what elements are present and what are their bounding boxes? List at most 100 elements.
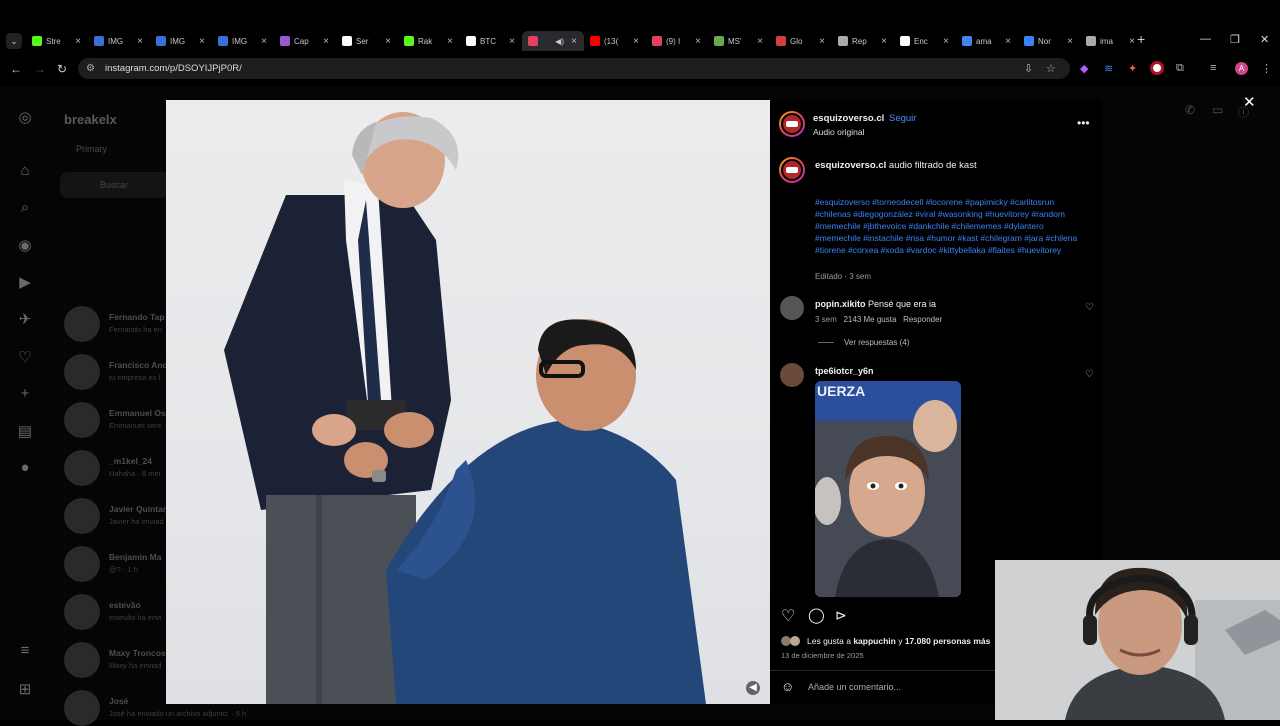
caption-author-avatar[interactable]	[779, 157, 805, 183]
comment-author[interactable]: tpe6iotcr_y6n	[815, 366, 874, 376]
tab-close-icon[interactable]: ×	[878, 36, 890, 47]
create-icon[interactable]: +	[16, 385, 34, 402]
browser-tab[interactable]: Cap ×	[274, 31, 336, 51]
tab-close-icon[interactable]: ×	[72, 36, 84, 47]
chrome-menu-icon[interactable]: ⋮	[1261, 62, 1272, 75]
tab-close-icon[interactable]: ×	[506, 36, 518, 47]
info-icon[interactable]: ⓘ	[1238, 104, 1249, 120]
liker-avatar[interactable]	[790, 636, 800, 646]
likes-count[interactable]: 17.080 personas más	[905, 636, 991, 646]
tab-close-icon[interactable]: ×	[568, 36, 580, 47]
browser-tab[interactable]: ama ×	[956, 31, 1018, 51]
extension-icon-1[interactable]: ◆	[1080, 62, 1088, 75]
back-icon[interactable]: ←	[10, 62, 22, 76]
browser-tab[interactable]: ◀) ×	[522, 31, 584, 51]
tab-close-icon[interactable]: ×	[444, 36, 456, 47]
tab-close-icon[interactable]: ×	[1064, 36, 1076, 47]
tab-close-icon[interactable]: ×	[754, 36, 766, 47]
browser-tab[interactable]: IMG ×	[212, 31, 274, 51]
reload-icon[interactable]: ↻	[57, 62, 67, 76]
tab-close-icon[interactable]: ×	[1002, 36, 1014, 47]
tab-close-icon[interactable]: ×	[258, 36, 270, 47]
commenter-avatar[interactable]	[780, 296, 804, 320]
tab-close-icon[interactable]: ×	[940, 36, 952, 47]
audio-label[interactable]: Audio original	[813, 127, 865, 137]
audio-muted-icon[interactable]: ◀	[746, 681, 760, 695]
threads-app-icon[interactable]: ⊞	[16, 680, 34, 698]
reply-button[interactable]: Responder	[903, 315, 942, 324]
comment-like-icon[interactable]: ♡	[1085, 302, 1094, 313]
likes-summary[interactable]: Les gusta a kappuchin y 17.080 personas …	[807, 636, 990, 646]
browser-tab[interactable]: BTC ×	[460, 31, 522, 51]
extension-icon-2[interactable]: ≋	[1104, 62, 1113, 75]
restore-icon[interactable]: ❐	[1230, 33, 1240, 46]
comment-gif[interactable]: UERZA	[815, 381, 961, 597]
tab-close-icon[interactable]: ×	[320, 36, 332, 47]
close-window-icon[interactable]: ✕	[1260, 33, 1269, 46]
likes-user[interactable]: kappuchin	[853, 636, 896, 646]
share-icon[interactable]: ⊳	[835, 607, 847, 624]
extensions-puzzle-icon[interactable]: ⧉	[1176, 62, 1184, 75]
ublock-icon[interactable]	[1150, 61, 1164, 75]
view-replies-button[interactable]: Ver respuestas (4)	[844, 338, 909, 347]
profile-avatar[interactable]: A	[1235, 62, 1248, 75]
tab-close-icon[interactable]: ×	[382, 36, 394, 47]
search-icon[interactable]: ⌕	[16, 199, 34, 216]
new-tab-button[interactable]: +	[1137, 31, 1145, 47]
tab-close-icon[interactable]: ×	[134, 36, 146, 47]
like-icon[interactable]: ♡	[781, 606, 795, 626]
reels-icon[interactable]: ▶	[16, 273, 34, 291]
comment-icon[interactable]: ◯	[808, 606, 825, 624]
call-icon[interactable]: ✆	[1185, 103, 1195, 117]
browser-tab[interactable]: Rep ×	[832, 31, 894, 51]
post-image[interactable]	[166, 100, 770, 704]
install-app-icon[interactable]: ⇩	[1024, 62, 1033, 75]
browser-tab[interactable]: (9) I ×	[646, 31, 708, 51]
author-username[interactable]: esquizoverso.cl	[813, 113, 884, 124]
more-options-icon[interactable]: •••	[1077, 116, 1090, 130]
tab-search-button[interactable]: ⌄	[6, 33, 22, 49]
browser-tab[interactable]: IMG ×	[88, 31, 150, 51]
reading-list-icon[interactable]: ≡	[1210, 62, 1216, 74]
messages-icon[interactable]: ✈	[16, 310, 34, 328]
video-call-icon[interactable]: ▭	[1212, 103, 1223, 117]
browser-tab[interactable]: ima ×	[1080, 31, 1142, 51]
follow-button[interactable]: Seguir	[889, 113, 916, 124]
tab-close-icon[interactable]: ×	[816, 36, 828, 47]
extension-icon-3[interactable]: ✦	[1128, 62, 1137, 75]
caption-author[interactable]: esquizoverso.cl	[815, 160, 886, 171]
home-icon[interactable]: ⌂	[16, 162, 34, 179]
tab-close-icon[interactable]: ×	[196, 36, 208, 47]
more-menu-icon[interactable]: ≡	[16, 642, 34, 659]
browser-tab[interactable]: MS' ×	[708, 31, 770, 51]
explore-icon[interactable]: ◉	[16, 236, 34, 254]
commenter-avatar[interactable]	[780, 363, 804, 387]
browser-tab[interactable]: Enc ×	[894, 31, 956, 51]
comment-input[interactable]: Añade un comentario...	[808, 682, 901, 692]
site-info-icon[interactable]: ⚙	[86, 63, 95, 74]
browser-tab[interactable]: Stre ×	[26, 31, 88, 51]
minimize-icon[interactable]: —	[1200, 33, 1211, 45]
browser-tab[interactable]: Ser ×	[336, 31, 398, 51]
comment-like-icon[interactable]: ♡	[1085, 369, 1094, 380]
browser-tab[interactable]: Glo ×	[770, 31, 832, 51]
tab-audio-icon[interactable]: ◀)	[555, 37, 564, 46]
instagram-logo-icon[interactable]: ◎	[16, 108, 34, 126]
tab-close-icon[interactable]: ×	[630, 36, 642, 47]
notifications-icon[interactable]: ♡	[16, 348, 34, 366]
hashtags[interactable]: #esquizoverso #torneodecell #locorene #p…	[815, 196, 1085, 256]
comment-likes[interactable]: 2143 Me gusta	[843, 315, 896, 324]
emoji-icon[interactable]: ☺	[781, 679, 794, 694]
comment-author[interactable]: popin.xikito	[815, 299, 866, 309]
forward-icon[interactable]: →	[34, 62, 46, 76]
account-switcher[interactable]: breakelx	[64, 112, 117, 127]
browser-tab[interactable]: IMG ×	[150, 31, 212, 51]
url-text[interactable]: instagram.com/p/DSOYIJPjP0R/	[105, 63, 242, 74]
browser-tab[interactable]: Rak ×	[398, 31, 460, 51]
browser-tab[interactable]: Nor ×	[1018, 31, 1080, 51]
bookmark-star-icon[interactable]: ☆	[1046, 62, 1056, 75]
tab-close-icon[interactable]: ×	[692, 36, 704, 47]
author-avatar[interactable]	[779, 111, 805, 137]
browser-tab[interactable]: (13(×	[584, 31, 646, 51]
profile-icon[interactable]: ●	[16, 459, 34, 476]
